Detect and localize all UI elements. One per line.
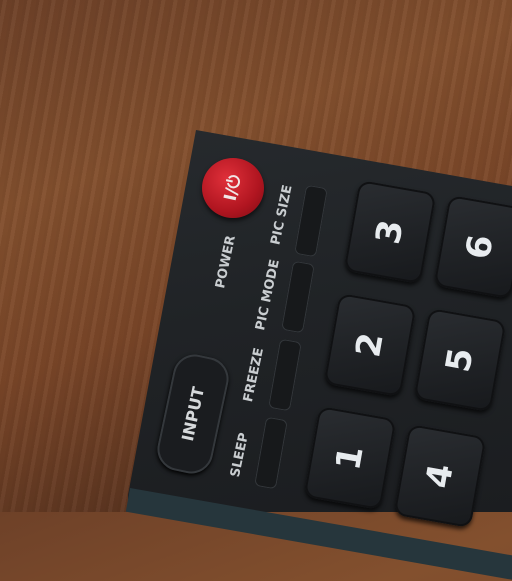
input-label: INPUT — [177, 385, 209, 443]
key-label: 3 — [368, 216, 412, 248]
key-label: 2 — [348, 329, 392, 361]
key-label: 6 — [458, 231, 502, 263]
key-1[interactable]: 1 — [303, 405, 397, 511]
key-label: 1 — [328, 442, 372, 474]
key-4[interactable]: 4 — [393, 423, 487, 529]
key-3[interactable]: 3 — [343, 179, 437, 285]
key-5[interactable]: 5 — [413, 307, 507, 413]
power-icon: I/⏻ — [220, 173, 246, 203]
key-label: 5 — [438, 344, 482, 376]
key-label: 4 — [418, 460, 462, 492]
key-2[interactable]: 2 — [323, 292, 417, 398]
power-button[interactable]: I/⏻ — [202, 158, 264, 218]
